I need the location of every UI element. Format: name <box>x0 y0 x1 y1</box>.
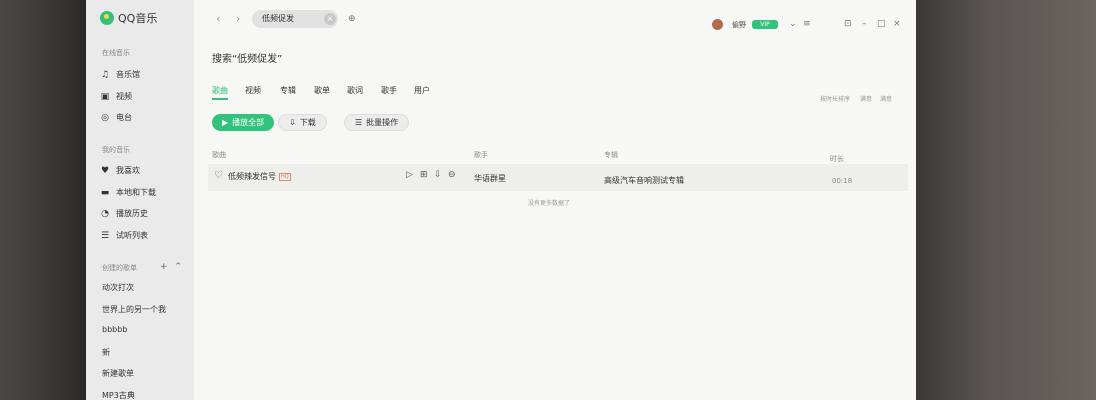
download-button[interactable]: ⇩ 下载 <box>278 114 327 131</box>
computer-icon: ▬ <box>100 187 110 198</box>
download-icon[interactable]: ⇩ <box>434 170 442 180</box>
tab-users[interactable]: 用户 <box>414 85 430 96</box>
column-header-album: 专辑 <box>604 151 618 159</box>
monitor-bezel-left <box>0 0 86 400</box>
qq-music-logo-icon <box>100 11 114 25</box>
play-icon[interactable]: ▷ <box>406 170 413 180</box>
clock-icon: ◔ <box>101 208 109 219</box>
add-playlist-icon[interactable]: + <box>160 262 168 272</box>
playlist-item[interactable]: MP3古典 <box>102 390 135 400</box>
sort-option[interactable]: 满意 <box>880 94 892 103</box>
playlist-item[interactable]: 新 <box>102 347 110 358</box>
section-title-online: 在线音乐 <box>102 49 130 57</box>
main-panel: ‹ › 低频促发 × ⊕ 偷野 VIP ⌄ ≡ ⊡ – □ × 搜索“低频促发”… <box>194 0 916 400</box>
playlist-item[interactable]: bbbbb <box>102 325 127 334</box>
search-title-query: “低频促发” <box>232 54 283 65</box>
app-name: QQ音乐 <box>118 12 158 25</box>
music-note-icon: ♫ <box>100 69 110 80</box>
table-row[interactable]: ♡ 低频辣发信号 HQ ▷ ⊞ ⇩ ⊖ 华语群星 高级汽车音响测试专辑 00:18 <box>208 164 908 191</box>
maximize-icon[interactable]: □ <box>877 19 886 29</box>
playlist-item[interactable]: 新建歌单 <box>102 368 134 379</box>
sidebar-item-radio[interactable]: ◎ 电台 <box>100 112 132 123</box>
like-heart-icon[interactable]: ♡ <box>214 170 223 181</box>
heart-icon: ♥ <box>100 165 110 176</box>
play-all-label: 播放全部 <box>232 118 265 127</box>
sidebar-item-label: 音乐馆 <box>116 70 140 79</box>
sidebar-item-video[interactable]: ▣ 视频 <box>100 91 132 102</box>
sidebar-item-label: 我喜欢 <box>116 166 140 175</box>
search-title-prefix: 搜索 <box>212 54 232 65</box>
playlist-item[interactable]: 动次打次 <box>102 282 134 293</box>
menu-icon[interactable]: ≡ <box>803 19 811 29</box>
sidebar-item-local-download[interactable]: ▬ 本地和下载 <box>100 187 156 198</box>
sidebar-item-label: 电台 <box>116 113 132 122</box>
monitor-bezel-right <box>916 0 1096 400</box>
page-title: 搜索“低频促发” <box>212 50 282 65</box>
download-icon: ⇩ <box>289 118 296 127</box>
tab-lyrics[interactable]: 歌词 <box>347 85 363 96</box>
batch-list-icon: ☰ <box>355 118 363 127</box>
column-header-artist: 歌手 <box>474 151 488 159</box>
radio-icon: ◎ <box>101 112 109 123</box>
sidebar-item-music-hall[interactable]: ♫ 音乐馆 <box>100 69 140 80</box>
column-header-song: 歌曲 <box>212 151 226 159</box>
artist-name[interactable]: 华语群星 <box>474 173 506 184</box>
tab-albums[interactable]: 专辑 <box>280 85 296 96</box>
batch-operation-button[interactable]: ☰ 批量操作 <box>344 114 410 131</box>
play-icon: ▶ <box>222 118 229 127</box>
download-label: 下载 <box>299 118 316 127</box>
sidebar-item-favorites[interactable]: ♥ 我喜欢 <box>100 165 140 176</box>
clear-search-icon[interactable]: × <box>324 13 336 25</box>
add-to-icon[interactable]: ⊞ <box>420 170 428 180</box>
tab-songs[interactable]: 歌曲 <box>212 85 228 96</box>
created-playlist-controls: + ⌃ <box>160 262 182 272</box>
tab-videos[interactable]: 视频 <box>245 85 261 96</box>
collapse-icon[interactable]: ⌃ <box>174 262 182 272</box>
song-title[interactable]: 低频辣发信号 HQ <box>228 171 291 182</box>
minimize-icon[interactable]: – <box>862 19 867 29</box>
more-icon[interactable]: ⊖ <box>448 170 456 180</box>
song-duration: 00:18 <box>832 177 853 185</box>
sidebar-item-history[interactable]: ◔ 播放历史 <box>100 208 148 219</box>
app-logo[interactable]: QQ音乐 <box>100 10 157 26</box>
album-name[interactable]: 高级汽车音响测试专辑 <box>604 175 684 186</box>
username[interactable]: 偷野 <box>732 20 746 30</box>
no-more-data-text: 没有更多数据了 <box>528 200 571 207</box>
back-icon[interactable]: ‹ <box>216 12 220 25</box>
play-all-button[interactable]: ▶ 播放全部 <box>212 114 275 131</box>
song-title-text: 低频辣发信号 <box>228 172 276 181</box>
tab-artists[interactable]: 歌手 <box>381 85 397 96</box>
forward-icon[interactable]: › <box>236 12 240 25</box>
mini-mode-icon[interactable]: ⊡ <box>844 19 852 29</box>
avatar[interactable] <box>712 19 723 30</box>
list-icon: ☰ <box>100 230 110 241</box>
sidebar-item-trial-list[interactable]: ☰ 试听列表 <box>100 230 148 241</box>
section-title-my-music: 我的音乐 <box>102 146 130 154</box>
video-icon: ▣ <box>100 91 110 102</box>
section-title-created: 创建的歌单 <box>102 264 137 272</box>
quality-badge: HQ <box>279 172 291 181</box>
download-manager-icon[interactable]: ⊕ <box>348 14 356 24</box>
sort-label[interactable]: 按时长排序 <box>820 94 850 103</box>
close-icon[interactable]: × <box>893 19 901 29</box>
sidebar-item-label: 本地和下载 <box>116 188 156 197</box>
column-header-duration: 时长 <box>830 155 844 163</box>
search-input-value: 低频促发 <box>262 14 294 23</box>
sidebar: QQ音乐 在线音乐 ♫ 音乐馆 ▣ 视频 ◎ 电台 我的音乐 ♥ 我喜欢 ▬ 本… <box>86 0 194 400</box>
tab-playlists[interactable]: 歌单 <box>314 85 330 96</box>
sidebar-item-label: 播放历史 <box>116 209 148 218</box>
sidebar-item-label: 试听列表 <box>116 231 148 240</box>
sidebar-item-label: 视频 <box>116 92 132 101</box>
chevron-down-icon[interactable]: ⌄ <box>789 19 797 29</box>
vip-badge[interactable]: VIP <box>752 20 778 29</box>
batch-label: 批量操作 <box>366 118 399 127</box>
sort-option[interactable]: 满意 <box>860 94 872 103</box>
app-window: QQ音乐 在线音乐 ♫ 音乐馆 ▣ 视频 ◎ 电台 我的音乐 ♥ 我喜欢 ▬ 本… <box>86 0 916 400</box>
playlist-item[interactable]: 世界上的另一个我 <box>102 304 166 315</box>
active-tab-indicator <box>212 98 228 100</box>
